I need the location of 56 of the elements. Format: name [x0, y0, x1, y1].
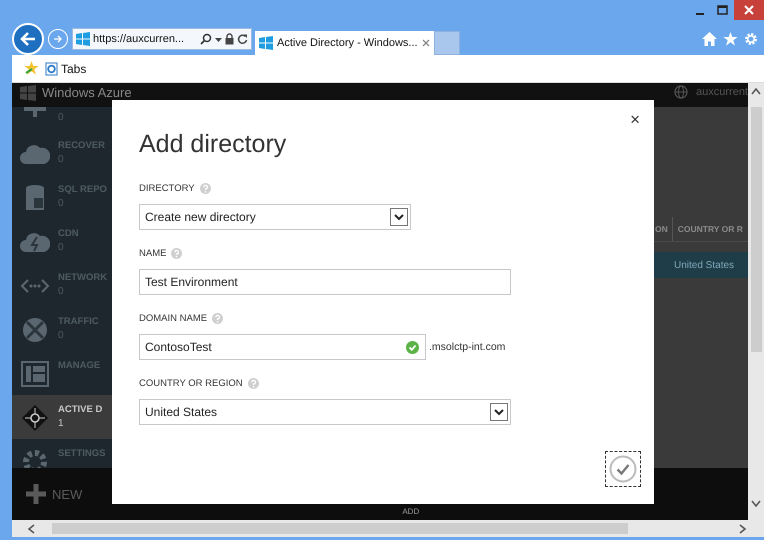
close-icon — [744, 5, 754, 15]
windows-logo-icon — [76, 32, 90, 46]
cloud-lightning-icon — [20, 231, 50, 253]
diamond-icon — [21, 404, 49, 432]
refresh-icon[interactable] — [237, 32, 248, 44]
table-row[interactable]: United States — [654, 252, 748, 278]
forward-button[interactable] — [48, 28, 68, 48]
input-field[interactable]: Test Environment — [139, 269, 511, 295]
address-field[interactable]: https://auxcurren... — [72, 28, 252, 50]
globe-icon[interactable] — [674, 85, 688, 99]
select-field[interactable]: Create new directory — [139, 204, 411, 230]
dialog-title: Add directory — [139, 130, 288, 159]
minimize-icon — [696, 13, 704, 15]
settings-icon[interactable] — [744, 32, 758, 46]
select-field[interactable]: United States — [139, 399, 511, 425]
page-icon — [45, 62, 58, 76]
code-brackets-icon — [20, 278, 50, 294]
chevron-down-icon — [494, 408, 504, 416]
star-icon[interactable] — [723, 32, 738, 46]
chevron-down-icon — [394, 214, 404, 220]
cloud-icon — [20, 142, 50, 166]
close-button[interactable]: × — [630, 110, 640, 130]
field-label: NAME — [139, 248, 166, 258]
browser-tab[interactable]: Active Directory - Windows... — [255, 31, 434, 55]
checkmark-icon — [609, 455, 637, 483]
home-icon[interactable] — [702, 32, 717, 46]
command-label[interactable]: ADD — [402, 506, 420, 516]
scrollbar-thumb[interactable] — [52, 523, 628, 534]
back-arrow-icon — [20, 32, 36, 46]
scrollbar-thumb[interactable] — [750, 107, 762, 352]
portal-brand: Windows Azure — [42, 85, 132, 100]
favorites-star-icon[interactable] — [24, 61, 40, 76]
column-header[interactable]: COUNTRY OR R — [672, 217, 747, 241]
favorite-link[interactable]: Tabs — [45, 62, 86, 76]
maximize-icon — [717, 5, 728, 15]
account-name[interactable]: auxcurrent — [696, 86, 748, 98]
column-header[interactable]: ON — [655, 217, 672, 241]
confirm-button[interactable] — [606, 452, 640, 486]
field-label: COUNTRY OR REGION — [139, 378, 243, 388]
back-button[interactable] — [12, 22, 44, 54]
sidebar-item[interactable]: ACTIVE D 1 — [12, 395, 112, 439]
field-label: DOMAIN NAME — [139, 312, 208, 324]
windows-logo-icon — [259, 36, 273, 50]
field-label: DIRECTORY — [139, 182, 195, 194]
panel-icon — [21, 361, 49, 387]
windows-logo-icon — [20, 85, 36, 101]
search-icon[interactable] — [200, 32, 212, 44]
close-tab-icon[interactable] — [422, 39, 430, 47]
close-button[interactable] — [734, 0, 764, 20]
forward-arrow-icon — [53, 34, 63, 44]
input-field[interactable]: ContosoTest — [139, 334, 426, 360]
gear-icon — [21, 448, 49, 468]
database-icon — [24, 184, 46, 212]
lock-icon — [225, 32, 234, 44]
new-button[interactable]: NEW — [26, 484, 82, 504]
domain-suffix: .msolctp-int.com — [429, 341, 506, 353]
